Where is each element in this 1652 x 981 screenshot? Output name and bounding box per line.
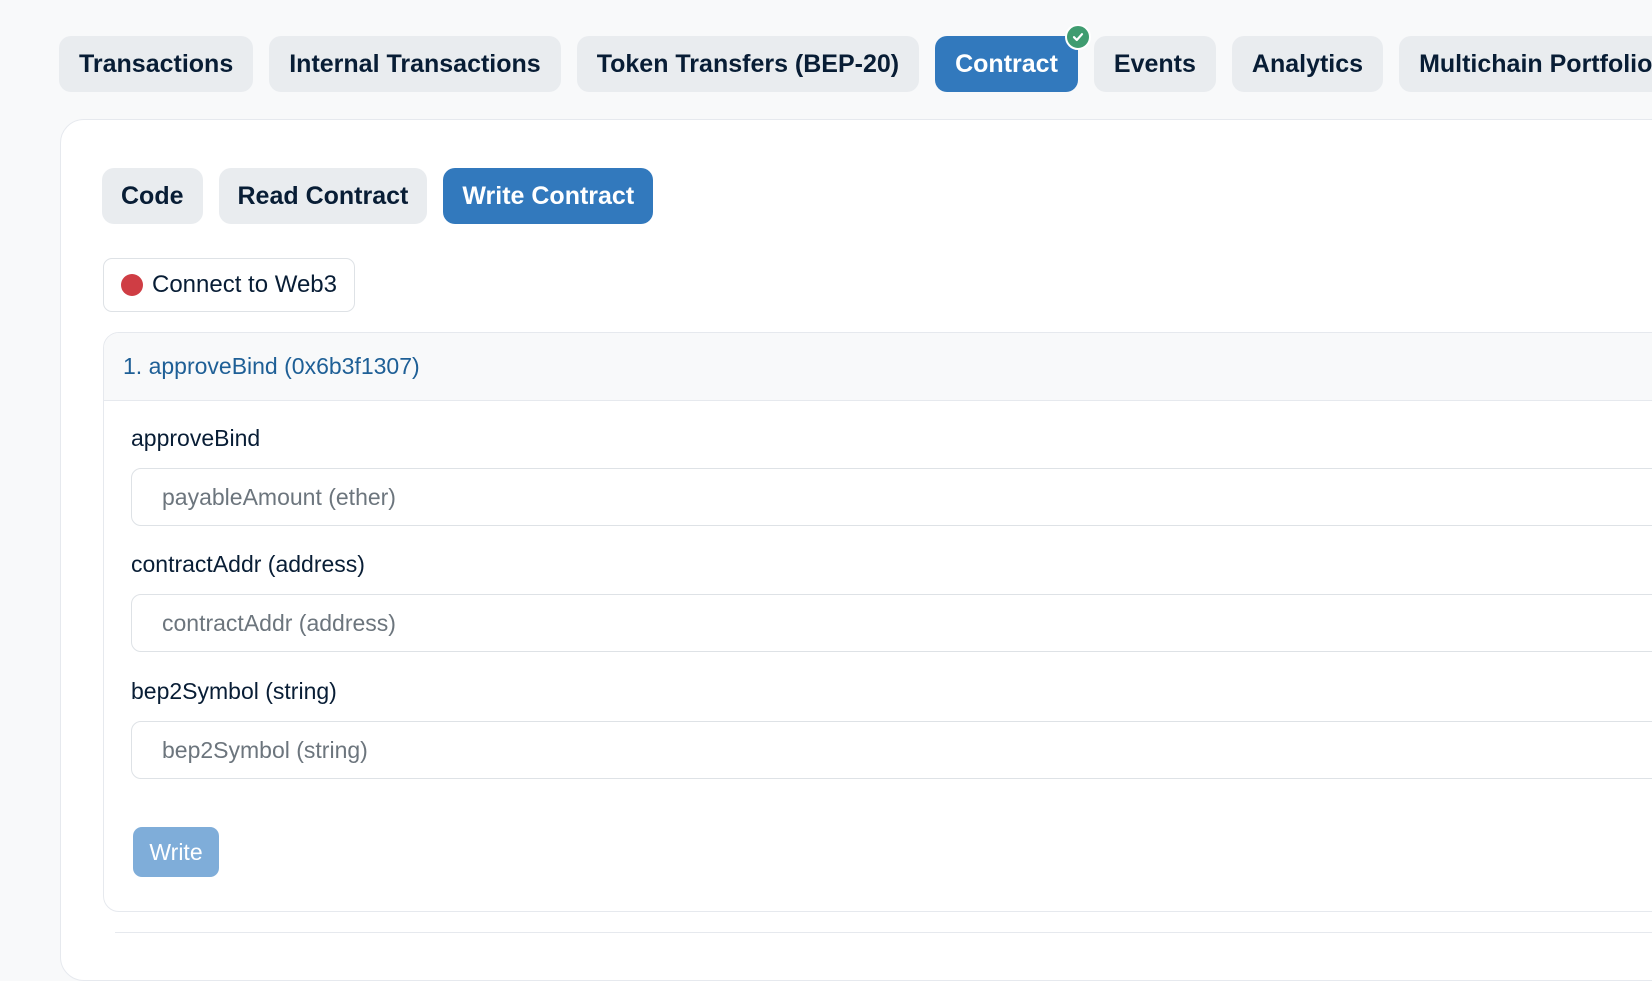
tab-token-transfers[interactable]: Token Transfers (BEP-20) xyxy=(576,36,920,92)
tab-contract[interactable]: Contract xyxy=(935,24,1091,92)
verified-check-icon xyxy=(1064,24,1091,50)
tab-internal-transactions[interactable]: Internal Transactions xyxy=(269,36,561,92)
tab-contract-label: Contract xyxy=(955,49,1058,78)
tab-analytics[interactable]: Analytics xyxy=(1231,36,1384,92)
section-divider xyxy=(115,932,1652,933)
connection-status-dot xyxy=(121,274,143,296)
function-header[interactable]: 1. approveBind (0x6b3f1307) xyxy=(104,333,1652,401)
subtab-write-contract[interactable]: Write Contract xyxy=(443,168,654,224)
field-label-bep2symbol: bep2Symbol (string) xyxy=(131,678,337,704)
function-panel-approvebind: 1. approveBind (0x6b3f1307) approveBind … xyxy=(103,332,1652,912)
top-tab-bar: Transactions Internal Transactions Token… xyxy=(59,24,1652,92)
tab-events[interactable]: Events xyxy=(1093,36,1216,92)
contract-sub-tab-bar: Code Read Contract Write Contract xyxy=(102,168,654,224)
subtab-read-contract[interactable]: Read Contract xyxy=(218,168,428,224)
bep2-symbol-input[interactable] xyxy=(131,721,1652,779)
subtab-code[interactable]: Code xyxy=(102,168,203,224)
connect-web3-label: Connect to Web3 xyxy=(152,271,338,298)
field-label-contractaddr: contractAddr (address) xyxy=(131,551,365,577)
tab-multichain-portfolio[interactable]: Multichain Portfolio xyxy=(1399,36,1652,92)
field-label-approvebind: approveBind xyxy=(131,425,261,451)
write-button[interactable]: Write xyxy=(133,827,219,877)
payable-amount-input[interactable] xyxy=(131,468,1652,526)
contract-addr-input[interactable] xyxy=(131,594,1652,652)
connect-web3-button[interactable]: Connect to Web3 xyxy=(103,258,356,312)
tab-transactions[interactable]: Transactions xyxy=(59,36,254,92)
contract-card: Code Read Contract Write Contract Connec… xyxy=(60,119,1652,981)
